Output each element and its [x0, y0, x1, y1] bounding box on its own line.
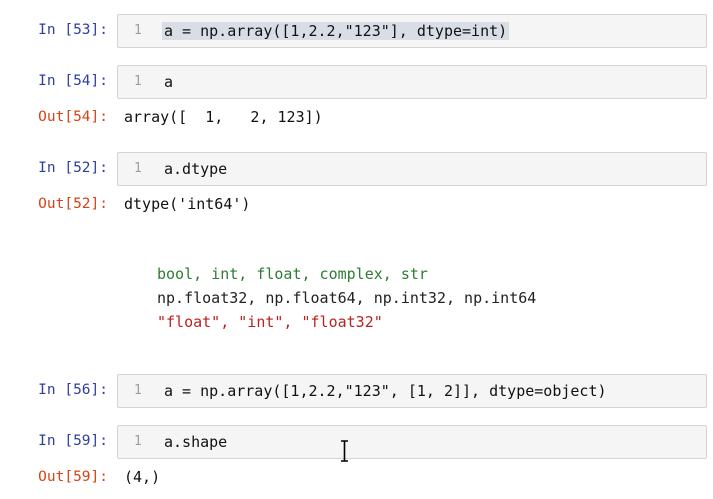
line-number: 1	[134, 74, 142, 89]
code-cell-56[interactable]: 1 a = np.array([1,2.2,"123", [1, 2]], dt…	[117, 374, 707, 408]
line-number: 1	[134, 23, 142, 38]
note-builtin-types: bool, int, float, complex, str	[157, 265, 428, 283]
output-52: dtype('int64')	[124, 195, 251, 213]
output-54: array([ 1, 2, 123])	[124, 108, 323, 126]
out-prompt-59: Out[59]:	[38, 469, 108, 485]
line-number: 1	[134, 161, 142, 176]
output-59: (4,)	[124, 468, 161, 486]
line-number: 1	[134, 383, 142, 398]
in-prompt-54: In [54]:	[38, 73, 108, 89]
code-cell-54[interactable]: 1 a	[117, 65, 707, 99]
text-cursor-icon	[341, 440, 348, 462]
line-number: 1	[134, 434, 142, 449]
in-prompt-59: In [59]:	[38, 433, 108, 449]
code-line[interactable]: a.shape	[164, 433, 227, 451]
in-prompt-52: In [52]:	[38, 160, 108, 176]
note-numpy-types: np.float32, np.float64, np.int32, np.int…	[157, 289, 537, 307]
code-cell-59[interactable]: 1 a.shape	[117, 425, 707, 459]
note-string-types: "float", "int", "float32"	[157, 313, 383, 331]
in-prompt-53: In [53]:	[38, 22, 108, 38]
in-prompt-56: In [56]:	[38, 382, 108, 398]
code-line[interactable]: a = np.array([1,2.2,"123"], dtype=int)	[162, 22, 510, 40]
code-cell-52[interactable]: 1 a.dtype	[117, 152, 707, 186]
out-prompt-52: Out[52]:	[38, 196, 108, 212]
out-prompt-54: Out[54]:	[38, 109, 108, 125]
code-line[interactable]: a = np.array([1,2.2,"123", [1, 2]], dtyp…	[164, 382, 607, 400]
code-line[interactable]: a.dtype	[164, 160, 227, 178]
code-cell-53[interactable]: 1 a = np.array([1,2.2,"123"], dtype=int)	[117, 14, 707, 48]
code-line[interactable]: a	[164, 73, 173, 91]
